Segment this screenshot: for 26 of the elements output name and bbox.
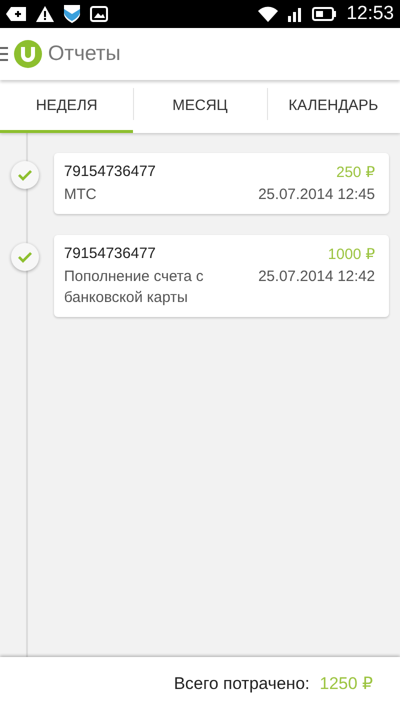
total-label: Всего потрачено:	[174, 674, 310, 694]
phone-number: 79154736477	[64, 245, 157, 263]
image-icon	[90, 6, 108, 22]
description: МТС	[64, 185, 98, 205]
tab[interactable]: НЕДЕЛЯ	[0, 80, 134, 133]
battery-icon	[312, 7, 336, 21]
notification-icon	[6, 7, 26, 21]
warning-icon	[36, 6, 54, 22]
shield-icon	[64, 5, 80, 23]
phone-number: 79154736477	[64, 163, 157, 181]
amount: 1000 ₽	[326, 245, 375, 263]
wifi-icon	[258, 6, 278, 22]
logo-icon	[14, 40, 42, 68]
transaction-card[interactable]: 79154736477 250 ₽ МТС 25.07.2014 12:45	[54, 153, 389, 214]
total-amount: 1250 ₽	[320, 674, 373, 694]
tab[interactable]: МЕСЯЦ	[133, 80, 267, 133]
screen-title: Отчеты	[48, 42, 121, 66]
date-time: 25.07.2014 12:45	[258, 185, 375, 205]
amount: 250 ₽	[335, 163, 375, 181]
clock-time: 12:53	[346, 3, 394, 25]
signal-icon	[288, 6, 302, 22]
date-time: 25.07.2014 12:42	[258, 267, 375, 287]
description: Пополнение счета с банковской карты	[64, 267, 205, 308]
menu-icon[interactable]	[0, 47, 8, 61]
transaction-card[interactable]: 79154736477 1000 ₽ Пополнение счета с банковской карты 25.07.2014 12:42	[54, 235, 389, 317]
tab[interactable]: КАЛЕНДАРЬ	[266, 80, 400, 133]
